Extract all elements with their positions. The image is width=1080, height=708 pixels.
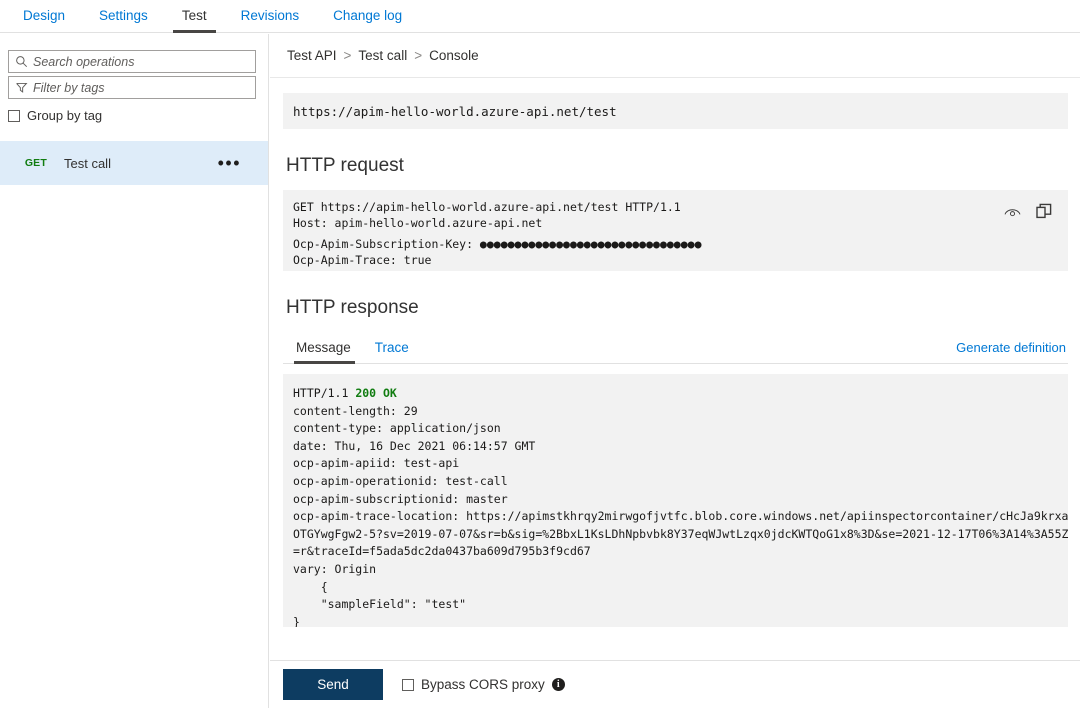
request-host-line: Host: apim-hello-world.azure-api.net [293,216,543,230]
breadcrumb-separator: > [414,48,423,63]
http-request-block: GET https://apim-hello-world.azure-api.n… [283,190,1068,271]
response-status-code: 200 OK [355,386,397,400]
operation-name: Test call [64,155,111,171]
bypass-cors-label: Bypass CORS proxy [421,677,545,692]
response-message-body: HTTP/1.1 200 OK content-length: 29 conte… [283,374,1068,627]
tab-settings[interactable]: Settings [82,0,165,33]
test-console-page: Design Settings Test Revisions Change lo… [0,0,1080,708]
search-operations-box[interactable] [8,50,256,73]
tab-change-log[interactable]: Change log [316,0,419,33]
tab-trace[interactable]: Trace [363,340,421,363]
request-url-bar: https://apim-hello-world.azure-api.net/t… [283,93,1068,129]
search-icon [9,55,33,68]
response-body-json: { "sampleField": "test" } [293,579,467,627]
send-button[interactable]: Send [283,669,383,700]
console-pane: Test API > Test call > Console https://a… [270,34,1080,708]
breadcrumb-item-test-call[interactable]: Test call [358,48,407,63]
group-by-tag-row[interactable]: Group by tag [8,108,268,123]
eye-icon[interactable] [1002,201,1022,221]
request-start-line: GET https://apim-hello-world.azure-api.n… [293,200,681,214]
response-status-line: HTTP/1.1 200 OK [293,385,1058,403]
bypass-cors-checkbox[interactable] [402,678,414,691]
api-tabstrip: Design Settings Test Revisions Change lo… [0,0,1080,33]
breadcrumb-item-console: Console [429,48,479,63]
copy-icon[interactable] [1034,201,1054,221]
console-action-bar: Send Bypass CORS proxy i [270,660,1080,708]
operation-verb: GET [24,157,47,169]
request-trace-header-line: Ocp-Apim-Trace: true [293,253,432,267]
response-tabs: Message Trace [286,340,421,364]
breadcrumb-item-test-api[interactable]: Test API [287,48,337,63]
generate-definition-link[interactable]: Generate definition [956,340,1068,363]
operation-context-menu-icon[interactable]: ••• [218,154,241,172]
operation-row-test-call[interactable]: GET Test call ••• [0,141,268,185]
tab-design[interactable]: Design [6,0,82,33]
group-by-tag-checkbox[interactable] [8,109,20,122]
filter-tags-input[interactable] [33,77,255,98]
tab-revisions[interactable]: Revisions [224,0,317,33]
breadcrumb: Test API > Test call > Console [270,34,1080,78]
breadcrumb-separator: > [343,48,352,63]
filter-icon [9,81,33,94]
tab-message[interactable]: Message [286,340,363,364]
info-icon[interactable]: i [551,678,565,691]
response-headers: content-length: 29 content-type: applica… [293,403,1068,576]
search-input[interactable] [33,51,255,72]
operations-sidebar: Group by tag GET Test call ••• [0,34,269,708]
http-request-title: HTTP request [286,155,404,176]
bypass-cors-row[interactable]: Bypass CORS proxy i [402,677,565,692]
group-by-tag-label: Group by tag [27,108,103,123]
operations-list: GET Test call ••• [0,141,268,185]
response-status-proto: HTTP/1.1 [293,386,356,400]
response-tabs-bar: Message Trace Generate definition [283,340,1068,364]
request-subscription-key-line: Ocp-Apim-Subscription-Key: ●●●●●●●●●●●●●… [293,237,702,251]
request-actions [1002,201,1054,221]
http-response-title: HTTP response [286,297,419,318]
filter-by-tags-box[interactable] [8,76,256,99]
console-content: https://apim-hello-world.azure-api.net/t… [270,78,1080,627]
tab-test[interactable]: Test [165,0,224,33]
